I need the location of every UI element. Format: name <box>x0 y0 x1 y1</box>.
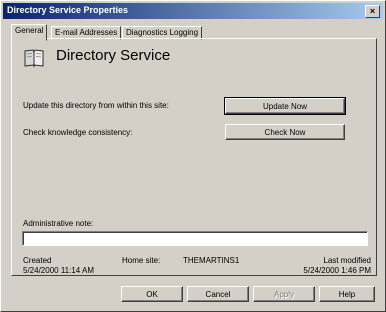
home-site-value: THEMARTINS1 <box>183 256 240 265</box>
tab-general[interactable]: General <box>11 24 48 41</box>
administrative-note-label: Administrative note: <box>23 219 94 228</box>
directory-book-icon <box>24 49 44 68</box>
home-site-label: Home site: <box>122 256 161 265</box>
properties-dialog: Directory Service Properties × General E… <box>0 0 386 312</box>
page-heading: Directory Service <box>56 47 171 64</box>
help-button[interactable]: Help <box>319 286 375 302</box>
modified-label: Last modified <box>323 256 371 265</box>
check-now-button[interactable]: Check Now <box>225 124 345 140</box>
title-bar: Directory Service Properties × <box>3 3 383 19</box>
close-button[interactable]: × <box>365 5 380 18</box>
cancel-button[interactable]: Cancel <box>187 286 249 302</box>
ok-button[interactable]: OK <box>121 286 183 302</box>
created-label: Created <box>23 256 52 265</box>
window-title: Directory Service Properties <box>7 5 129 15</box>
created-value: 5/24/2000 11:14 AM <box>23 266 95 275</box>
update-label: Update this directory from within this s… <box>23 101 169 110</box>
update-now-button[interactable]: Update Now <box>224 97 346 115</box>
modified-value: 5/24/2000 1:46 PM <box>303 266 371 275</box>
check-label: Check knowledge consistency: <box>23 128 133 137</box>
administrative-note-input[interactable] <box>22 231 368 246</box>
created-info: Created 5/24/2000 11:14 AM <box>23 256 94 276</box>
apply-button[interactable]: Apply <box>253 286 315 302</box>
modified-info: Last modified 5/24/2000 1:46 PM <box>303 256 371 276</box>
